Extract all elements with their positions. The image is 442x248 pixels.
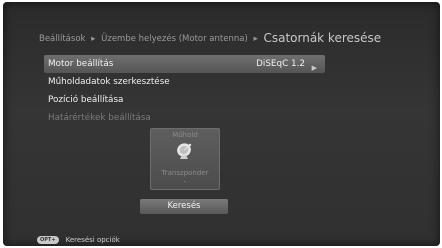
search-options-hint: Keresési opciók	[65, 235, 120, 244]
menu-item-label: Pozíció beállítása	[48, 95, 124, 105]
page-title: Csatornák keresése	[263, 31, 382, 45]
menu-item-motor-settings[interactable]: Motor beállítás DiSEqC 1.2 ▶	[44, 55, 325, 73]
breadcrumb-settings: Beállítások	[39, 34, 86, 44]
breadcrumb-separator-icon: ▸	[253, 34, 258, 44]
search-button[interactable]: Keresés	[140, 199, 228, 214]
breadcrumb: Beállítások ▸ Üzembe helyezés (Motor ant…	[39, 31, 434, 46]
breadcrumb-separator-icon: ▸	[91, 34, 96, 44]
tv-screen: Beállítások ▸ Üzembe helyezés (Motor ant…	[3, 2, 440, 246]
satellite-panel: Műhold Transzponder -	[150, 128, 220, 190]
satellite-dish-icon	[177, 143, 192, 159]
menu-item-position-settings[interactable]: Pozíció beállítása	[44, 91, 325, 109]
menu-item-label: Határértékek beállítása	[48, 113, 151, 123]
satellite-label: Műhold	[172, 131, 198, 139]
menu-item-limit-settings: Határértékek beállítása	[44, 109, 325, 127]
footer-hint: OPT+ Keresési opciók	[37, 229, 120, 246]
transponder-value: -	[183, 178, 187, 186]
menu-item-label: Motor beállítás	[48, 59, 114, 69]
breadcrumb-installation: Üzembe helyezés (Motor antenna)	[101, 34, 248, 44]
opt-button-icon: OPT+	[37, 235, 59, 244]
settings-menu: Motor beállítás DiSEqC 1.2 ▶ Műholdadato…	[44, 55, 325, 127]
transponder-label: Transzponder	[161, 169, 209, 177]
motor-type-value: DiSEqC 1.2	[256, 59, 305, 69]
menu-item-edit-satellite[interactable]: Műholdadatok szerkesztése	[44, 73, 325, 91]
menu-item-label: Műholdadatok szerkesztése	[48, 77, 170, 87]
